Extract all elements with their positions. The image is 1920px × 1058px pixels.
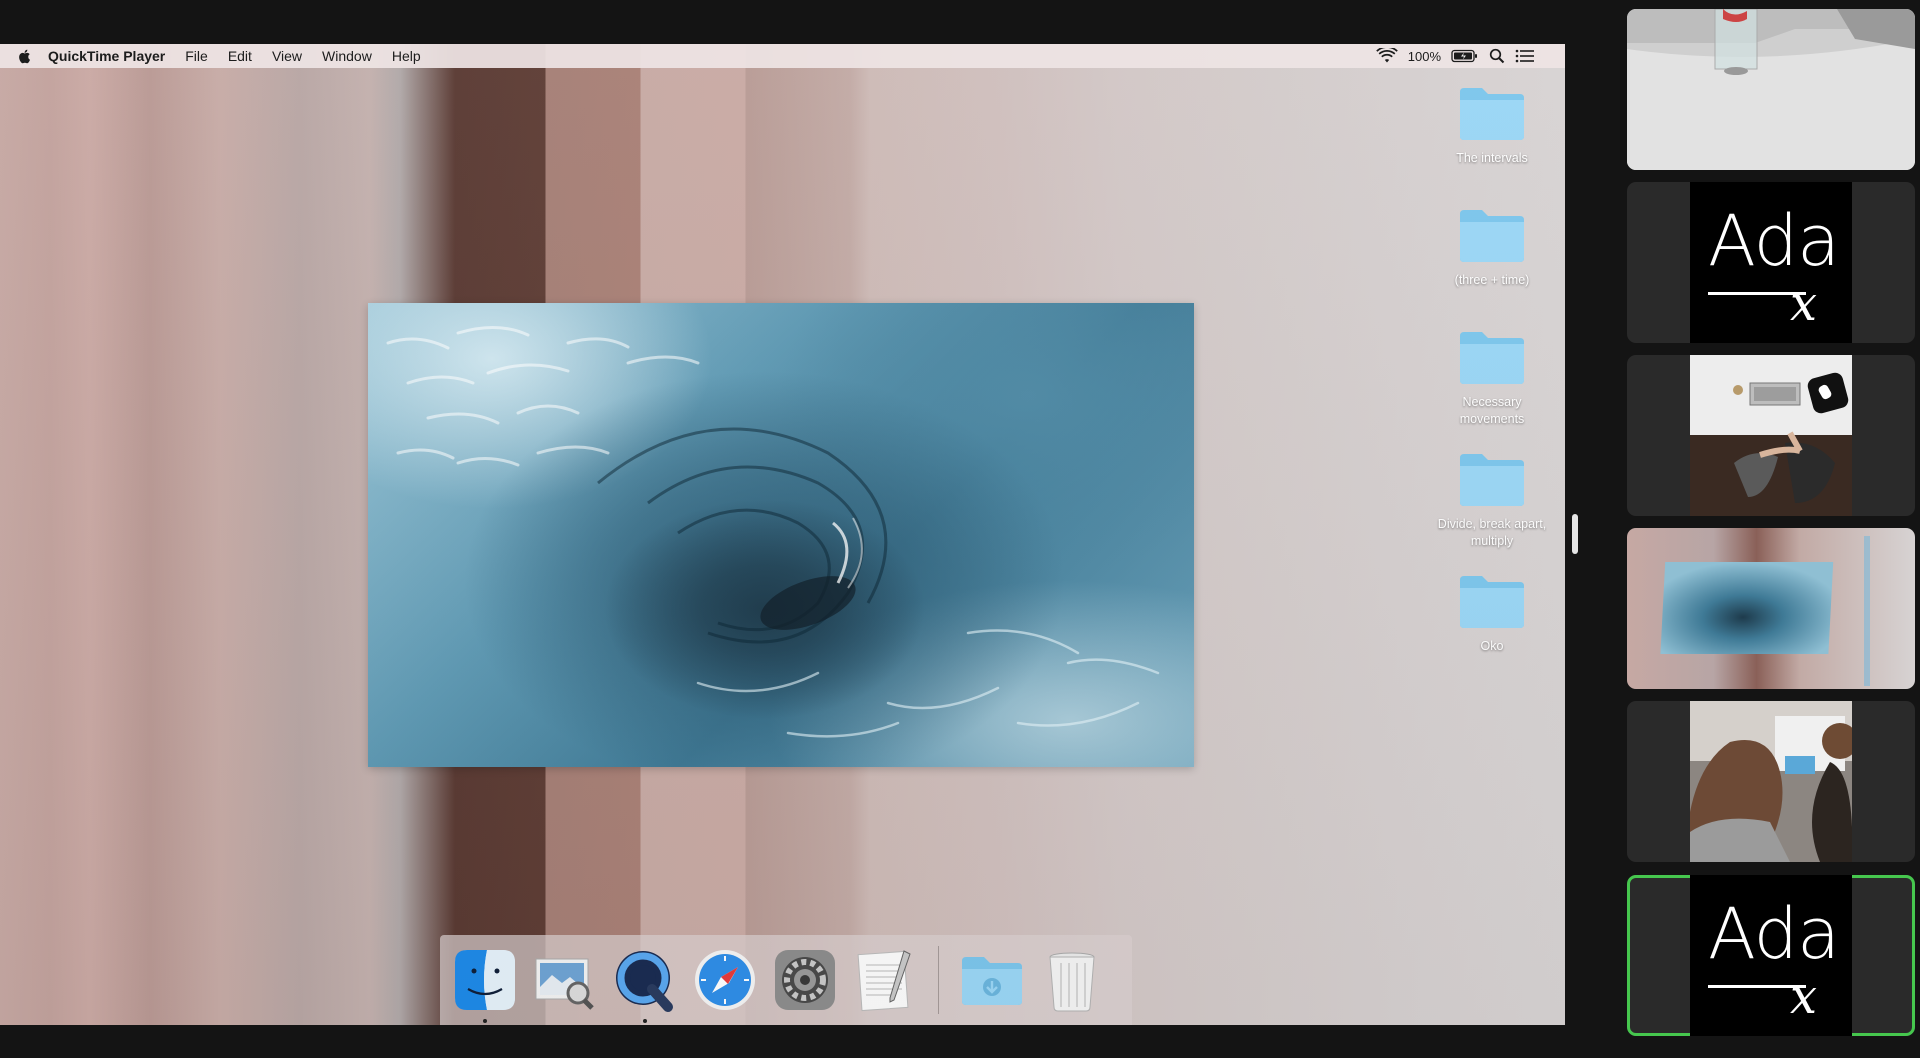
participant-two-people-monitor xyxy=(1690,701,1852,862)
preview-icon xyxy=(535,958,594,1010)
battery-charging-icon[interactable] xyxy=(1451,49,1479,63)
dock-system-preferences[interactable] xyxy=(772,947,838,1013)
folder-icon xyxy=(1460,88,1524,140)
water-whirlpool-video[interactable] xyxy=(368,303,1194,767)
folder-icon xyxy=(1460,332,1524,384)
desktop-folder[interactable]: Necessary movements xyxy=(1422,328,1562,428)
trash-icon xyxy=(1049,952,1095,1012)
participant-overhead-laptop xyxy=(1690,355,1852,516)
dock-safari[interactable] xyxy=(692,947,758,1013)
participant-tile[interactable]: Ada x xyxy=(1627,182,1915,343)
textedit-icon xyxy=(857,950,911,1012)
logo-subscript: x xyxy=(1790,969,1818,1025)
folder-label: Divide, break apart, multiply xyxy=(1437,517,1547,548)
system-preferences-icon xyxy=(775,950,835,1010)
logo-subscript: x xyxy=(1790,276,1818,332)
dock-textedit[interactable] xyxy=(852,947,918,1013)
running-indicator xyxy=(643,1019,647,1023)
safari-icon xyxy=(695,950,755,1010)
apple-icon[interactable] xyxy=(16,47,34,65)
folder-icon xyxy=(1460,454,1524,506)
finder-icon xyxy=(455,950,515,1010)
wifi-icon[interactable] xyxy=(1375,48,1398,64)
notification-center-icon[interactable] xyxy=(1515,49,1535,63)
participant-tile[interactable] xyxy=(1627,9,1915,170)
dock-separator xyxy=(938,946,939,1014)
menu-help[interactable]: Help xyxy=(392,48,421,64)
desktop-folder[interactable]: (three + time) xyxy=(1422,206,1562,289)
participant-tile-active-speaker[interactable]: Ada x xyxy=(1627,875,1915,1036)
folder-label: (three + time) xyxy=(1454,273,1530,287)
adax-logo: Ada x xyxy=(1690,875,1852,1036)
battery-percent: 100% xyxy=(1407,48,1441,64)
folder-label: Oko xyxy=(1480,639,1504,653)
panel-resize-handle[interactable] xyxy=(1572,514,1578,554)
running-indicator xyxy=(483,1019,487,1023)
mac-dock xyxy=(440,935,1132,1025)
desktop-folder[interactable]: Divide, break apart, multiply xyxy=(1422,450,1562,550)
participant-tile[interactable] xyxy=(1627,528,1915,689)
menu-window[interactable]: Window xyxy=(322,48,372,64)
menu-file[interactable]: File xyxy=(185,48,208,64)
menu-app-name[interactable]: QuickTime Player xyxy=(48,48,165,64)
desktop-folder[interactable]: Oko xyxy=(1422,572,1562,655)
participant-screen-share xyxy=(1627,528,1915,689)
dock-downloads[interactable] xyxy=(959,947,1025,1013)
menu-view[interactable]: View xyxy=(272,48,302,64)
folder-icon xyxy=(1460,210,1524,262)
dock-finder[interactable] xyxy=(452,947,518,1023)
mac-menu-bar: QuickTime Player File Edit View Window H… xyxy=(0,44,1565,68)
dock-trash[interactable] xyxy=(1039,947,1105,1013)
desktop-folder[interactable]: The intervals xyxy=(1422,84,1562,167)
participant-tile[interactable] xyxy=(1627,701,1915,862)
downloads-folder-icon xyxy=(962,957,1022,1005)
quicktime-icon xyxy=(616,951,673,1012)
adax-logo: Ada x xyxy=(1690,182,1852,343)
dock-preview[interactable] xyxy=(532,947,598,1013)
menu-edit[interactable]: Edit xyxy=(228,48,252,64)
shared-screen: QuickTime Player File Edit View Window H… xyxy=(0,44,1565,1025)
logo-wordmark: Ada xyxy=(1708,893,1840,975)
spotlight-search-icon[interactable] xyxy=(1489,48,1505,64)
folder-label: Necessary movements xyxy=(1459,395,1525,426)
logo-wordmark: Ada xyxy=(1708,200,1840,282)
folder-icon xyxy=(1460,576,1524,628)
folder-label: The intervals xyxy=(1456,151,1528,165)
dock-quicktime[interactable] xyxy=(612,947,678,1023)
participant-desk-glass xyxy=(1627,9,1915,170)
participant-tile[interactable] xyxy=(1627,355,1915,516)
